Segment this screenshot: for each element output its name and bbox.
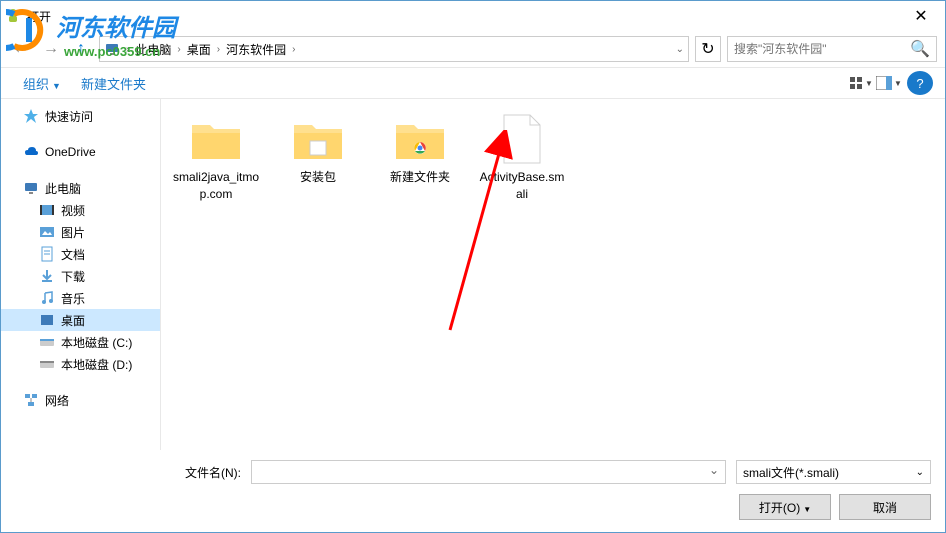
- sidebar-item-thispc[interactable]: 此电脑: [1, 177, 160, 199]
- organize-button[interactable]: 组织▼: [13, 70, 71, 97]
- sidebar-item-label: 文档: [61, 246, 85, 263]
- search-icon: 🔍: [910, 39, 930, 59]
- sidebar-item-documents[interactable]: 文档: [1, 243, 160, 265]
- documents-icon: [39, 246, 55, 262]
- file-item-smali[interactable]: ActivityBase.smali: [477, 113, 567, 203]
- cancel-button[interactable]: 取消: [839, 494, 931, 520]
- sidebar-item-desktop[interactable]: 桌面: [1, 309, 160, 331]
- view-mode-button[interactable]: ▼: [847, 71, 875, 95]
- folder-icon: [188, 115, 244, 163]
- close-button[interactable]: ✕: [901, 2, 941, 30]
- chevron-icon: ›: [290, 44, 297, 55]
- disk-icon: [39, 356, 55, 372]
- app-icon: [5, 8, 21, 24]
- breadcrumb[interactable]: › 此电脑 › 桌面 › 河东软件园 › ⌄: [99, 36, 689, 62]
- sidebar: 快速访问 OneDrive 此电脑 视频 图片 文档: [1, 99, 161, 450]
- grid-icon: [849, 76, 863, 90]
- sidebar-item-label: 图片: [61, 224, 85, 241]
- sidebar-item-label: 网络: [45, 392, 69, 409]
- file-item-folder[interactable]: 安装包: [273, 113, 363, 186]
- sidebar-item-network[interactable]: 网络: [1, 389, 160, 411]
- sidebar-item-label: 本地磁盘 (C:): [61, 334, 132, 351]
- sidebar-item-diskd[interactable]: 本地磁盘 (D:): [1, 353, 160, 375]
- sidebar-item-pictures[interactable]: 图片: [1, 221, 160, 243]
- sidebar-item-label: 桌面: [61, 312, 85, 329]
- sidebar-item-onedrive[interactable]: OneDrive: [1, 141, 160, 163]
- download-icon: [39, 268, 55, 284]
- window-title: 打开: [27, 8, 901, 25]
- pictures-icon: [39, 224, 55, 240]
- chevron-icon: ›: [124, 44, 131, 55]
- disk-icon: [39, 334, 55, 350]
- preview-pane-button[interactable]: ▼: [875, 71, 903, 95]
- sidebar-item-music[interactable]: 音乐: [1, 287, 160, 309]
- sidebar-item-label: 音乐: [61, 290, 85, 307]
- sidebar-item-label: 视频: [61, 202, 85, 219]
- search-input[interactable]: 🔍: [727, 36, 937, 62]
- sidebar-item-label: OneDrive: [45, 145, 96, 159]
- file-label: smali2java_itmop.com: [171, 169, 261, 203]
- refresh-button[interactable]: ↻: [695, 36, 721, 62]
- file-label: 新建文件夹: [390, 169, 450, 186]
- cloud-icon: [23, 144, 39, 160]
- breadcrumb-dropdown-icon[interactable]: ⌄: [676, 44, 684, 55]
- filter-label: smali文件(*.smali): [743, 464, 839, 481]
- breadcrumb-crumb[interactable]: 此电脑: [131, 41, 175, 58]
- open-button[interactable]: 打开(O)▼: [739, 494, 831, 520]
- breadcrumb-crumb[interactable]: 桌面: [183, 41, 215, 58]
- file-item-folder[interactable]: smali2java_itmop.com: [171, 113, 261, 203]
- file-icon: [500, 113, 544, 165]
- pc-icon: [104, 41, 120, 57]
- sidebar-item-video[interactable]: 视频: [1, 199, 160, 221]
- network-icon: [23, 392, 39, 408]
- video-icon: [39, 202, 55, 218]
- preview-icon: [876, 76, 892, 90]
- sidebar-item-diskc[interactable]: 本地磁盘 (C:): [1, 331, 160, 353]
- chevron-icon: ›: [175, 44, 182, 55]
- sidebar-item-downloads[interactable]: 下载: [1, 265, 160, 287]
- folder-icon: [392, 115, 448, 163]
- nav-up-button[interactable]: ↑: [69, 37, 93, 61]
- desktop-icon: [39, 312, 55, 328]
- sidebar-item-label: 本地磁盘 (D:): [61, 356, 132, 373]
- sidebar-item-label: 此电脑: [45, 180, 81, 197]
- chevron-icon: ›: [215, 44, 222, 55]
- sidebar-item-quickaccess[interactable]: 快速访问: [1, 105, 160, 127]
- folder-icon: [290, 115, 346, 163]
- search-field[interactable]: [734, 42, 910, 56]
- file-label: 安装包: [300, 169, 336, 186]
- file-item-folder[interactable]: 新建文件夹: [375, 113, 465, 186]
- filename-label: 文件名(N):: [185, 464, 241, 481]
- file-list: smali2java_itmop.com 安装包 新建文件夹 ActivityB…: [161, 99, 945, 450]
- filename-input[interactable]: [251, 460, 726, 484]
- help-button[interactable]: ?: [907, 71, 933, 95]
- pc-icon: [23, 180, 39, 196]
- sidebar-item-label: 快速访问: [45, 108, 93, 125]
- star-icon: [23, 108, 39, 124]
- sidebar-item-label: 下载: [61, 268, 85, 285]
- nav-back-button[interactable]: ←: [9, 37, 33, 61]
- newfolder-button[interactable]: 新建文件夹: [71, 70, 156, 97]
- file-label: ActivityBase.smali: [477, 169, 567, 203]
- filetype-filter[interactable]: smali文件(*.smali) ⌄: [736, 460, 931, 484]
- breadcrumb-crumb[interactable]: 河东软件园: [222, 41, 290, 58]
- nav-forward-button[interactable]: →: [39, 37, 63, 61]
- chevron-down-icon: ⌄: [916, 467, 924, 478]
- music-icon: [39, 290, 55, 306]
